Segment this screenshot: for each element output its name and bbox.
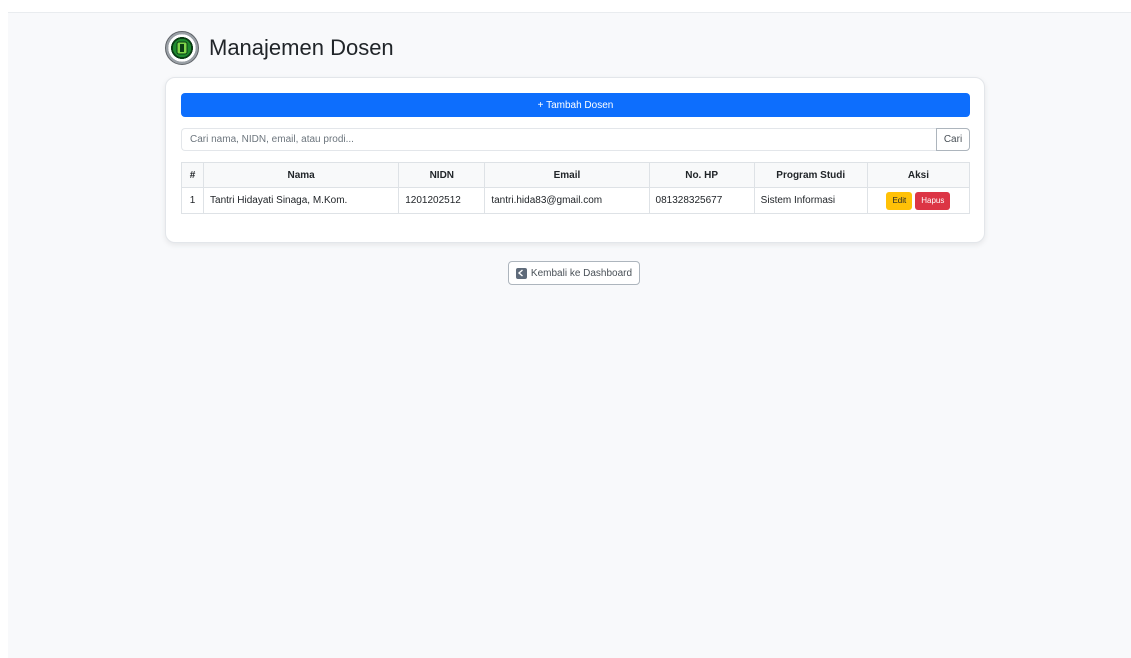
column-header-number: # <box>180 162 205 188</box>
cell-nidn: 1201202512 <box>398 187 486 214</box>
cell-email: tantri.hida83@gmail.com <box>484 187 650 214</box>
back-to-dashboard-button[interactable]: Kembali ke Dashboard <box>508 261 640 285</box>
column-header-nidn: NIDN <box>398 162 486 188</box>
column-header-nama: Nama <box>203 162 400 188</box>
edit-button[interactable]: Edit <box>886 191 913 210</box>
university-seal-icon <box>165 31 199 65</box>
page-title: Manajemen Dosen <box>209 35 394 60</box>
cell-number: 1 <box>180 187 205 214</box>
app-container: Manajemen Dosen + Tambah Dosen Cari # Na… <box>8 12 1131 658</box>
column-header-aksi: Aksi <box>866 162 971 188</box>
page-header: Manajemen Dosen <box>165 31 394 65</box>
search-input[interactable] <box>181 128 936 151</box>
cell-program-studi: Sistem Informasi <box>753 187 868 214</box>
back-button-label: Kembali ke Dashboard <box>530 267 633 279</box>
column-header-no-hp: No. HP <box>648 162 755 188</box>
table-header-row: # Nama NIDN Email No. HP Program Studi A… <box>180 162 971 188</box>
cell-aksi: Edit Hapus <box>866 187 971 214</box>
dosen-table: # Nama NIDN Email No. HP Program Studi A… <box>180 162 971 214</box>
column-header-email: Email <box>484 162 650 188</box>
add-dosen-button[interactable]: + Tambah Dosen <box>181 93 970 117</box>
table-row: 1 Tantri Hidayati Sinaga, M.Kom. 1201202… <box>180 187 971 214</box>
search-button[interactable]: Cari <box>936 128 970 151</box>
cell-nama: Tantri Hidayati Sinaga, M.Kom. <box>203 187 400 214</box>
delete-button[interactable]: Hapus <box>915 191 951 210</box>
search-form: Cari <box>181 128 970 151</box>
cell-no-hp: 081328325677 <box>648 187 755 214</box>
arrow-left-square-icon <box>515 267 527 279</box>
column-header-program-studi: Program Studi <box>753 162 868 188</box>
dosen-card: + Tambah Dosen Cari # Nama NIDN Email No… <box>165 77 985 243</box>
